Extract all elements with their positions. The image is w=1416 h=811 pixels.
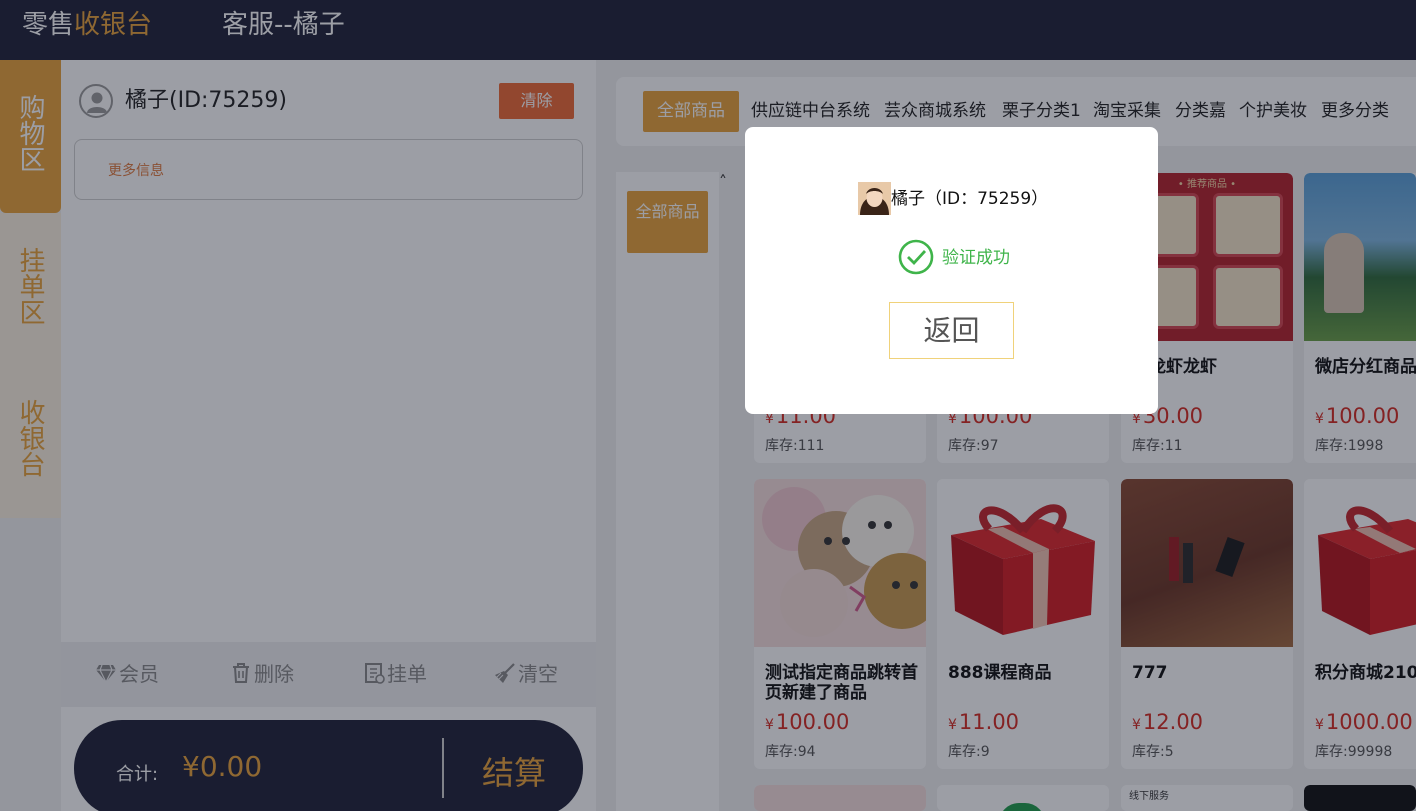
- modal-overlay: [0, 0, 1416, 811]
- verify-dialog: 橘子（ID：75259） 验证成功 返回: [745, 127, 1158, 414]
- verify-status-text: 验证成功: [942, 248, 1010, 268]
- avatar: [858, 182, 891, 215]
- check-circle-icon: [898, 239, 934, 275]
- back-button[interactable]: 返回: [889, 302, 1014, 359]
- modal-user-name: 橘子（ID：75259）: [891, 189, 1049, 209]
